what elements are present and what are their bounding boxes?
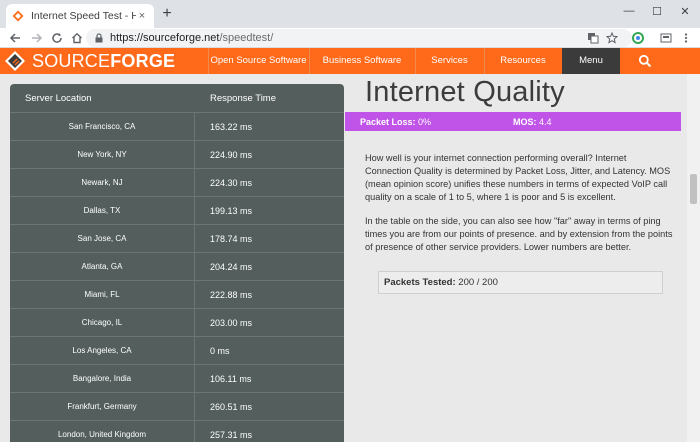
server-location: New York, NY	[77, 150, 127, 159]
nav-resources[interactable]: Resources	[484, 48, 562, 74]
server-location: Bangalore, India	[72, 374, 132, 383]
back-arrow-icon	[9, 33, 20, 43]
scrollbar-thumb[interactable]	[690, 174, 697, 204]
browser-toolbar: https://sourceforge.net/speedtest/	[0, 28, 700, 48]
lock-icon	[95, 33, 103, 43]
table-row: Los Angeles, CA 0 ms	[10, 336, 344, 365]
table-row: Chicago, IL 203.00 ms	[10, 308, 344, 337]
logo-word-source: SOURCE	[32, 50, 111, 71]
server-location: Frankfurt, Germany	[67, 402, 137, 411]
table-row: Atlanta, GA 204.24 ms	[10, 252, 344, 281]
url-text: https://sourceforge.net/speedtest/	[110, 32, 273, 44]
ping-description: In the table on the side, you can also s…	[365, 216, 673, 252]
response-time: 106.11 ms	[210, 374, 252, 384]
back-button[interactable]	[6, 29, 24, 47]
new-tab-button[interactable]: +	[159, 6, 175, 22]
server-location: Chicago, IL	[81, 318, 123, 327]
table-row: London, United Kingdom 257.31 ms	[10, 420, 344, 442]
browser-tab-strip: Internet Speed Test - HTML5 S × + — ☐ ✕	[0, 0, 700, 28]
tab-title: Internet Speed Test - HTML5 S	[31, 10, 136, 22]
server-location: San Francisco, CA	[68, 122, 136, 131]
sourceforge-logo-icon	[5, 51, 25, 71]
sourceforge-favicon-icon	[12, 10, 24, 22]
response-time: 0 ms	[210, 346, 230, 356]
table-row: Dallas, TX 199.13 ms	[10, 196, 344, 225]
mos-value: 4.4	[539, 117, 552, 127]
server-location: Miami, FL	[84, 290, 120, 299]
nav-business-software[interactable]: Business Software	[309, 48, 415, 74]
table-row: San Jose, CA 178.74 ms	[10, 224, 344, 253]
url-host: https://sourceforge.net	[110, 32, 220, 44]
maximize-button[interactable]: ☐	[645, 0, 669, 22]
table-row: New York, NY 224.90 ms	[10, 140, 344, 169]
packet-loss-stat: Packet Loss: 0%	[360, 117, 431, 127]
table-row: Frankfurt, Germany 260.51 ms	[10, 392, 344, 421]
forward-arrow-icon	[32, 33, 43, 43]
quality-description: How well is your internet connection per…	[365, 153, 671, 202]
menu-button[interactable]: Menu	[562, 48, 620, 74]
response-time: 199.13 ms	[210, 206, 253, 216]
server-location: San Jose, CA	[77, 234, 127, 243]
table-row: Miami, FL 222.88 ms	[10, 280, 344, 309]
response-time: 203.00 ms	[210, 318, 253, 328]
page-title: Internet Quality	[365, 76, 565, 108]
table-row: Bangalore, India 106.11 ms	[10, 364, 344, 393]
close-window-button[interactable]: ✕	[673, 0, 697, 22]
table-header: Server Location Response Time	[10, 84, 344, 112]
table-row: Newark, NJ 224.30 ms	[10, 168, 344, 197]
server-location: Dallas, TX	[83, 206, 121, 215]
server-response-table: Server Location Response Time San Franci…	[10, 84, 344, 442]
home-icon	[72, 32, 82, 44]
reload-icon	[52, 33, 62, 43]
server-location: Atlanta, GA	[81, 262, 123, 271]
server-location: Newark, NJ	[81, 178, 123, 187]
response-time: 222.88 ms	[210, 290, 253, 300]
logo-word-forge: FORGE	[110, 50, 176, 71]
response-time: 224.30 ms	[210, 178, 253, 188]
url-path: /speedtest/	[219, 32, 274, 44]
packet-loss-value: 0%	[418, 117, 432, 127]
response-time: 204.24 ms	[210, 262, 253, 272]
response-time: 224.90 ms	[210, 150, 253, 160]
minimize-button[interactable]: —	[617, 0, 641, 22]
translate-icon[interactable]	[585, 30, 601, 46]
page-scrollbar[interactable]	[687, 74, 700, 442]
browser-tab[interactable]: Internet Speed Test - HTML5 S ×	[6, 4, 154, 28]
reload-button[interactable]	[48, 29, 66, 47]
packets-tested-value: 200 / 200	[458, 277, 498, 288]
more-options-icon[interactable]	[678, 30, 694, 46]
bookmark-star-icon[interactable]	[604, 30, 620, 46]
tab-close-icon[interactable]: ×	[136, 10, 148, 22]
forward-button[interactable]	[28, 29, 46, 47]
site-header: SOURCE FORGE Open Source Software Busines…	[0, 48, 700, 74]
quality-stats-bar: Packet Loss: 0% MOS: 4.4	[345, 112, 681, 131]
sourceforge-logo[interactable]: SOURCE FORGE	[4, 50, 175, 72]
column-header-location: Server Location	[25, 93, 92, 104]
packet-loss-label: Packet Loss:	[360, 117, 416, 127]
extension-icon[interactable]	[630, 30, 646, 46]
server-location: Los Angeles, CA	[72, 346, 132, 355]
nav-services[interactable]: Services	[415, 48, 484, 74]
table-row: San Francisco, CA 163.22 ms	[10, 112, 344, 141]
response-time: 163.22 ms	[210, 122, 253, 132]
mos-label: MOS:	[513, 117, 537, 127]
home-button[interactable]	[68, 29, 86, 47]
nav-open-source-software[interactable]: Open Source Software	[208, 48, 309, 74]
server-location: London, United Kingdom	[57, 430, 147, 439]
mos-stat: MOS: 4.4	[513, 117, 552, 127]
response-time: 257.31 ms	[210, 430, 253, 440]
search-icon[interactable]	[638, 54, 652, 68]
cast-icon[interactable]	[658, 30, 674, 46]
response-time: 178.74 ms	[210, 234, 253, 244]
packets-tested-box: Packets Tested: 200 / 200	[378, 271, 663, 294]
column-header-response-time: Response Time	[210, 93, 277, 104]
response-time: 260.51 ms	[210, 402, 253, 412]
address-bar[interactable]: https://sourceforge.net/speedtest/	[86, 29, 632, 47]
packets-tested-label: Packets Tested:	[384, 277, 456, 288]
